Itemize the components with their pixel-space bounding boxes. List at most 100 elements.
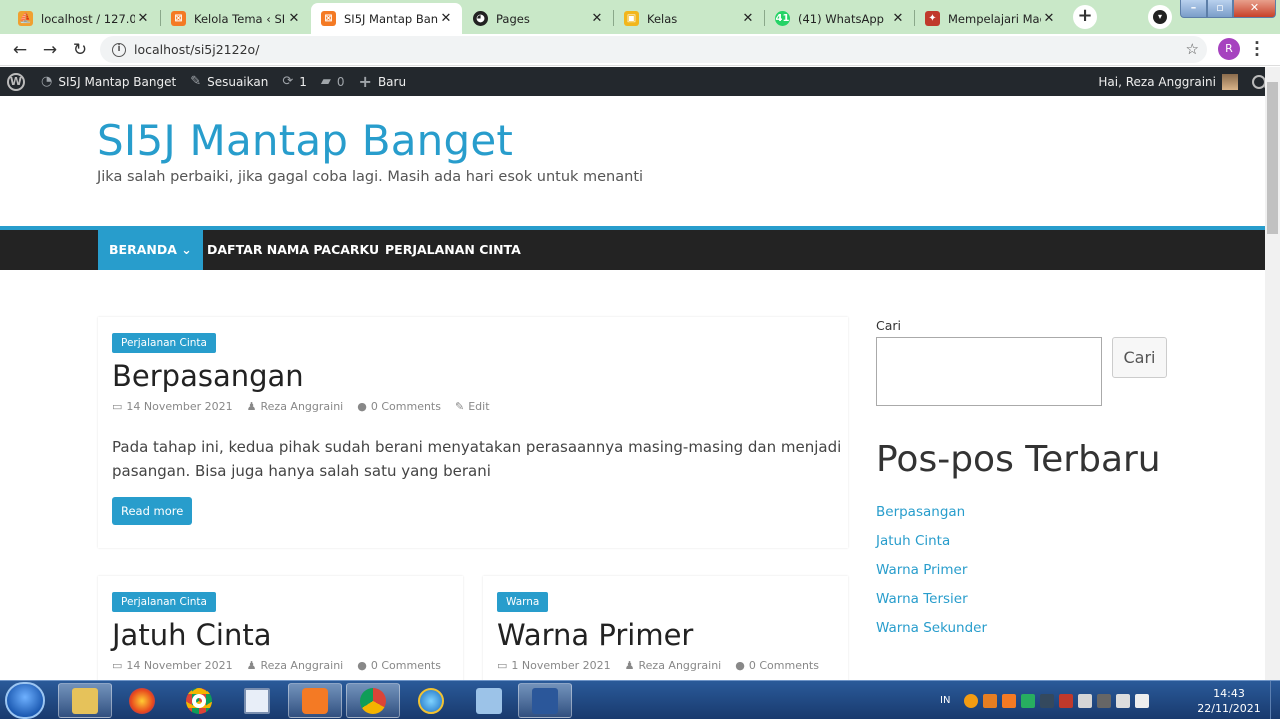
close-tab-icon[interactable]: ✕ bbox=[438, 11, 454, 26]
post-author[interactable]: Reza Anggraini bbox=[261, 400, 344, 413]
page-scrollbar[interactable] bbox=[1265, 67, 1280, 680]
network-monitor-icon[interactable] bbox=[1040, 693, 1055, 708]
tab-kelas[interactable]: ▣ Kelas ✕ bbox=[614, 3, 764, 34]
admin-comments[interactable]: ▰ 0 bbox=[321, 74, 345, 89]
chrome-profile-icon bbox=[360, 687, 386, 714]
taskbar-notepad[interactable] bbox=[230, 683, 284, 718]
tab-search-button[interactable]: ▾ bbox=[1148, 5, 1172, 29]
post-date[interactable]: 1 November 2021 bbox=[511, 659, 610, 672]
back-button[interactable]: ← bbox=[9, 39, 31, 61]
search-button[interactable]: Cari bbox=[1112, 337, 1167, 378]
post-title[interactable]: Berpasangan bbox=[112, 359, 304, 393]
site-title[interactable]: SI5J Mantap Banget bbox=[97, 116, 513, 165]
recent-post-link[interactable]: Warna Primer bbox=[876, 562, 967, 578]
post-title[interactable]: Warna Primer bbox=[497, 618, 693, 652]
admin-customize[interactable]: ✎ Sesuaikan bbox=[190, 74, 268, 89]
read-more-button[interactable]: Read more bbox=[112, 497, 193, 525]
close-tab-icon[interactable]: ✕ bbox=[1041, 11, 1057, 26]
power-icon[interactable] bbox=[1097, 693, 1112, 708]
admin-updates[interactable]: ⟳ 1 bbox=[282, 74, 307, 89]
site-icon: ✦ bbox=[925, 11, 940, 26]
close-tab-icon[interactable]: ✕ bbox=[135, 11, 151, 26]
close-tab-icon[interactable]: ✕ bbox=[890, 11, 906, 26]
taskbar-word[interactable] bbox=[518, 683, 572, 718]
action-center-icon[interactable] bbox=[1078, 693, 1093, 708]
tab-kelola-tema[interactable]: ⊠ Kelola Tema ‹ SI5J ✕ bbox=[161, 3, 310, 34]
xampp-tray-icon[interactable] bbox=[1002, 693, 1017, 708]
post-comments[interactable]: 0 Comments bbox=[371, 400, 441, 413]
recent-post-link[interactable]: Berpasangan bbox=[876, 504, 965, 520]
taskbar-firefox[interactable] bbox=[115, 683, 169, 718]
new-tab-button[interactable]: + bbox=[1073, 5, 1097, 29]
user-icon: ♟ bbox=[624, 659, 635, 672]
admin-site-name[interactable]: ◔ SI5J Mantap Banget bbox=[41, 74, 176, 89]
close-tab-icon[interactable]: ✕ bbox=[589, 11, 605, 26]
search-label: Cari bbox=[876, 318, 901, 333]
browser-menu-icon[interactable]: · · · bbox=[1252, 36, 1262, 63]
taskbar-xampp[interactable] bbox=[288, 683, 342, 718]
signal-icon[interactable] bbox=[1116, 693, 1131, 708]
tab-mempelajari[interactable]: ✦ Mempelajari Maca ✕ bbox=[915, 3, 1065, 34]
notepad-icon bbox=[244, 687, 270, 714]
show-desktop-button[interactable] bbox=[1270, 681, 1280, 719]
search-input[interactable] bbox=[876, 337, 1102, 406]
tab-pages[interactable]: ◕ Pages ✕ bbox=[463, 3, 613, 34]
taskbar-control-panel[interactable] bbox=[462, 683, 516, 718]
language-indicator[interactable]: IN bbox=[940, 695, 950, 706]
tab-phpmyadmin[interactable]: ⛵ localhost / 127.0.0 ✕ bbox=[8, 3, 159, 34]
bookmark-star-icon[interactable]: ☆ bbox=[1186, 40, 1199, 58]
calendar-icon: ▭ bbox=[112, 659, 123, 672]
taskbar-chrome[interactable] bbox=[172, 683, 226, 718]
category-badge[interactable]: Perjalanan Cinta bbox=[112, 592, 216, 612]
close-tab-icon[interactable]: ✕ bbox=[740, 11, 756, 26]
tab-si5j-active[interactable]: ⊠ SI5J Mantap Bang ✕ bbox=[311, 3, 462, 34]
search-icon[interactable] bbox=[1252, 74, 1266, 89]
taskbar-explorer[interactable] bbox=[58, 683, 112, 718]
scrollbar-thumb[interactable] bbox=[1267, 82, 1278, 234]
volume-icon[interactable] bbox=[1135, 693, 1150, 708]
taskbar-chrome-profile[interactable] bbox=[346, 683, 400, 718]
post-comments[interactable]: 0 Comments bbox=[371, 659, 441, 672]
info-icon[interactable]: i bbox=[112, 42, 126, 57]
post-meta: ▭ 14 November 2021 ♟ Reza Anggraini ● 0 … bbox=[112, 659, 445, 672]
drive-tray-icon[interactable] bbox=[1021, 693, 1036, 708]
clock[interactable]: 14:43 22/11/2021 bbox=[1195, 686, 1263, 716]
clock-time: 14:43 bbox=[1213, 687, 1245, 700]
reload-button[interactable]: ↻ bbox=[69, 39, 91, 61]
post-author[interactable]: Reza Anggraini bbox=[261, 659, 344, 672]
start-button[interactable] bbox=[5, 682, 45, 719]
menu-item-daftar-nama-pacarku[interactable]: DAFTAR NAMA PACARKU bbox=[196, 230, 390, 270]
menu-item-perjalanan-cinta[interactable]: PERJALANAN CINTA bbox=[374, 230, 532, 270]
app-tray-icon[interactable] bbox=[983, 693, 998, 708]
warning-icon[interactable] bbox=[1059, 693, 1074, 708]
profile-avatar[interactable]: R bbox=[1218, 38, 1240, 60]
search-tray-icon[interactable] bbox=[964, 693, 979, 708]
close-tab-icon[interactable]: ✕ bbox=[286, 11, 302, 26]
window-minimize-button[interactable]: – bbox=[1180, 0, 1207, 18]
post-comments[interactable]: 0 Comments bbox=[749, 659, 819, 672]
recent-post-link[interactable]: Jatuh Cinta bbox=[876, 533, 950, 549]
category-badge[interactable]: Perjalanan Cinta bbox=[112, 333, 216, 353]
classroom-icon: ▣ bbox=[624, 11, 639, 26]
tab-whatsapp[interactable]: 41 (41) WhatsApp ✕ bbox=[765, 3, 914, 34]
admin-new[interactable]: + Baru bbox=[359, 72, 407, 91]
post-title[interactable]: Jatuh Cinta bbox=[112, 618, 272, 652]
window-close-button[interactable]: ✕ bbox=[1233, 0, 1276, 18]
forward-button[interactable]: → bbox=[39, 39, 61, 61]
firefox-icon bbox=[129, 687, 155, 714]
recent-post-link[interactable]: Warna Tersier bbox=[876, 591, 968, 607]
post-edit-link[interactable]: Edit bbox=[468, 400, 489, 413]
post-date[interactable]: 14 November 2021 bbox=[126, 400, 232, 413]
taskbar-ie[interactable] bbox=[404, 683, 458, 718]
address-bar[interactable]: i localhost/si5j2122o/ ☆ bbox=[100, 36, 1207, 63]
post-card: Perjalanan Cinta Jatuh Cinta ▭ 14 Novemb… bbox=[98, 576, 463, 680]
menu-item-beranda[interactable]: BERANDA ⌄ bbox=[98, 230, 203, 270]
window-maximize-button[interactable]: ▫ bbox=[1207, 0, 1233, 18]
dashboard-icon: ◔ bbox=[41, 74, 53, 89]
post-date[interactable]: 14 November 2021 bbox=[126, 659, 232, 672]
wordpress-logo-icon[interactable]: W bbox=[7, 72, 25, 91]
post-author[interactable]: Reza Anggraini bbox=[639, 659, 722, 672]
admin-account[interactable]: Hai, Reza Anggraini bbox=[1098, 67, 1280, 96]
category-badge[interactable]: Warna bbox=[497, 592, 549, 612]
recent-post-link[interactable]: Warna Sekunder bbox=[876, 620, 987, 636]
